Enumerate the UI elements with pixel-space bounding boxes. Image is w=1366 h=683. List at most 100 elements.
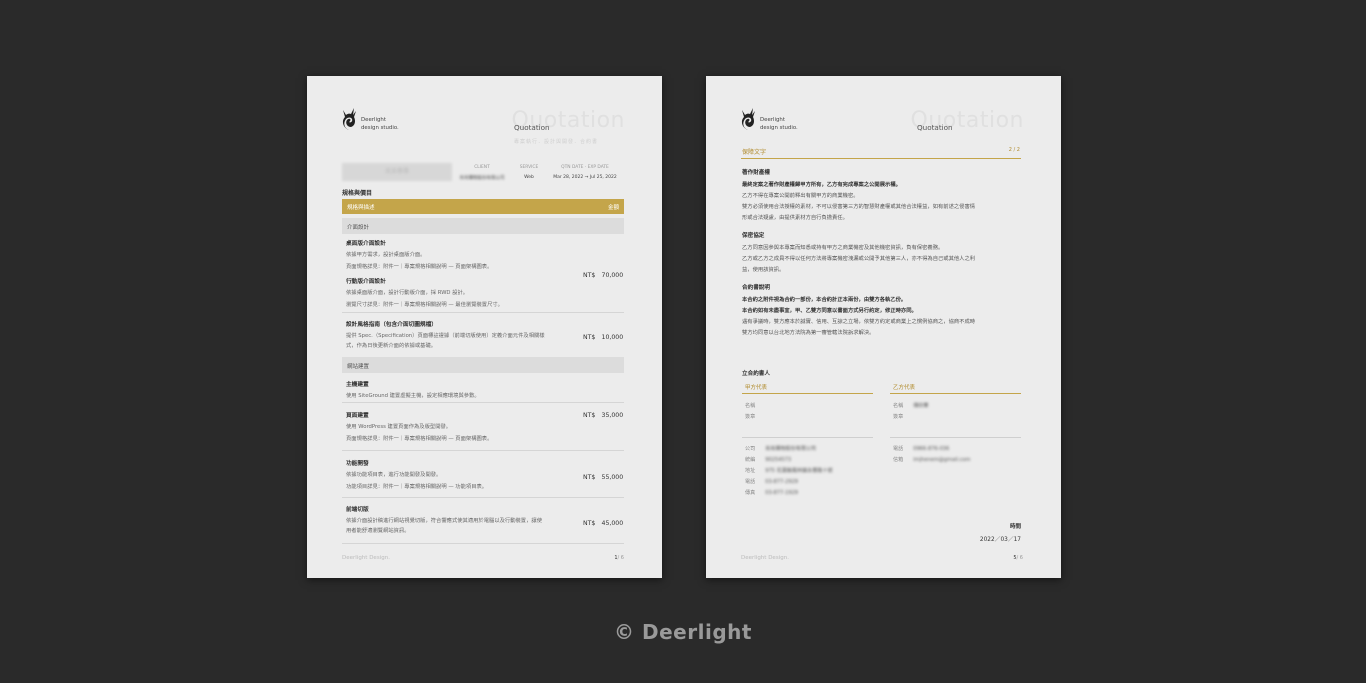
quotation-page-2: Deerlight design studio. Quotation Quota… <box>706 76 1061 578</box>
item-line: 使用 WordPress 建置頁面作為及版型開發。 <box>346 424 452 430</box>
item-line: 用者能舒適瀏覽網站資訊。 <box>346 528 410 534</box>
clause-line: 雙方必須使用合法授權的素材，不可以侵害第三方的智慧財產權或其他合法權益，如有前述… <box>742 204 976 210</box>
field-key: 地址 <box>745 468 756 474</box>
field-key: 傳真 <box>745 490 756 496</box>
party-a-address: 地址 975 花蓮縣鳳林鎮永豐路十號 <box>745 467 833 474</box>
party-b-header: 乙方代表 <box>890 382 1021 394</box>
clause-title: 著作財產權 <box>742 170 770 176</box>
party-b-name: 名稱 傳欣華 <box>893 402 929 409</box>
field-value: 0966-876-036 <box>913 446 950 452</box>
field-value: imjhenem@gmail.com <box>913 457 971 463</box>
party-a-label: 甲方代表 <box>745 385 768 391</box>
item-line: 依據桌面版介面，設計行動版介面，採 RWD 設計。 <box>346 290 469 296</box>
divider <box>342 312 624 313</box>
brand-logo: Deerlight design studio. <box>739 106 798 132</box>
table-header-amount: 金額 <box>607 205 619 211</box>
field-key: 電話 <box>745 479 756 485</box>
clause-line: 雙方均同意以台北地方法院為第一審管轄法院訴求解決。 <box>742 330 875 336</box>
group-label: 網站建置 <box>347 364 370 370</box>
clause-contract-notes: 合約書說明 本合約之附件視為合約一部份，本合約計正本兩份，由雙方各執乙份。 本合… <box>742 283 1022 339</box>
client-name-field: 吳吳春雅 <box>342 163 452 181</box>
section-title: 規格與價目 <box>342 190 373 197</box>
footer-brand: Deerlight Design. <box>741 555 789 561</box>
clause-line: 遇有爭議時，雙方應本於誠實、信用、互諒之立場，依雙方約定或商業上之慣例協商之，協… <box>742 319 976 325</box>
table-header-desc: 規格與描述 <box>347 205 375 211</box>
divider <box>342 402 624 403</box>
party-a-fax: 傳真 03-877-1929 <box>745 489 798 496</box>
clause-line: 益，使用該資訊。 <box>742 267 785 273</box>
clause-title: 合約書說明 <box>742 285 770 291</box>
party-a-name: 名稱 <box>745 402 755 409</box>
party-a-phone: 電話 03-877-2929 <box>745 478 798 485</box>
brand-name: Deerlight design studio. <box>760 116 798 132</box>
signature-line-b <box>890 437 1021 438</box>
item-title: 設計風格指南（包含介面切圖規檔） <box>346 322 437 328</box>
field-key: 簽章 <box>893 414 904 420</box>
list-item: 桌面版介面設計 依據甲方需求，設計桌面版介面。 頁面規格詳見：附件一｜專案規格相… <box>346 238 624 271</box>
item-line: 依據甲方需求，設計桌面版介面。 <box>346 252 426 258</box>
group-label: 介面設計 <box>347 225 370 231</box>
date-label: 時間 <box>1009 524 1021 530</box>
meta-dates-value: Mar 28, 2022 → Jul 25, 2022 <box>553 175 617 180</box>
item-title: 前端切版 <box>346 507 369 513</box>
party-b-email: 信箱 imjhenem@gmail.com <box>893 456 970 463</box>
clause-line: 形或合法疑慮，由提供素材方自行負擔責任。 <box>742 215 848 221</box>
field-key: 統編 <box>745 457 756 463</box>
clause-copyright: 著作財產權 最終定案之著作財產權歸甲方所有，乙方有完成專案之公開展示權。 乙方不… <box>742 168 1022 224</box>
page-total: / 6 <box>617 555 624 561</box>
brand-name-line1: Deerlight <box>760 117 785 123</box>
field-key: 信箱 <box>893 457 904 463</box>
clause-line: 本合約之附件視為合約一部份，本合約計正本兩份，由雙方各執乙份。 <box>742 297 907 303</box>
brand-name-line2: design studio. <box>361 125 399 131</box>
divider <box>342 450 624 451</box>
field-key: 公司 <box>745 446 756 452</box>
meta-service: SERVICE Web <box>513 165 545 180</box>
meta-dates: QTN DATE · EXP DATE Mar 28, 2022 → Jul 2… <box>547 165 623 180</box>
brand-name-line2: design studio. <box>760 125 798 131</box>
clause-title: 保密協定 <box>742 233 765 239</box>
clause-line: 最終定案之著作財產權歸甲方所有，乙方有完成專案之公開展示權。 <box>742 182 901 188</box>
page-number: 1/ 6 <box>614 555 624 561</box>
group-ui-design: 介面設計 <box>342 218 624 234</box>
brand-logo: Deerlight design studio. <box>340 106 399 132</box>
field-value: 傳欣華 <box>913 403 929 409</box>
page-total: / 6 <box>1016 555 1023 561</box>
quotation-label: Quotation <box>514 123 550 132</box>
copyright-text: © Deerlight <box>614 620 752 644</box>
brand-name: Deerlight design studio. <box>361 116 399 132</box>
item-title: 主機建置 <box>346 382 369 388</box>
clause-line: 乙方或乙方之成員不得以任何方法將專案機密洩漏或公開予其他第三人，亦不得為自己或其… <box>742 256 976 262</box>
item-title: 桌面版介面設計 <box>346 241 386 247</box>
item-price: NT$ 45,000 <box>583 520 624 527</box>
terms-header: 保障文字 2 / 2 <box>741 146 1021 159</box>
deer-logo-icon <box>741 108 755 130</box>
group-web-build: 網站建置 <box>342 357 624 373</box>
list-item: 行動版介面設計 依據桌面版介面，設計行動版介面，採 RWD 設計。 瀏覽尺寸詳見… <box>346 276 624 309</box>
signer-title: 立合約書人 <box>742 371 770 377</box>
meta-service-value: Web <box>524 175 534 180</box>
clause-line: 乙方不得在專案公開前釋出有關甲方的商業機密。 <box>742 193 859 199</box>
field-key: 名稱 <box>745 403 756 409</box>
party-a-taxid: 統編 90254573 <box>745 456 791 463</box>
meta-client: CLIENT 肖肖購物股份有限公司 <box>457 165 507 181</box>
item-line: 瀏覽尺寸詳見：附件一｜專案規格相關說明 — 最佳瀏覽裝置尺寸。 <box>346 302 503 308</box>
clause-line: 本合約如有未盡事宜，甲、乙雙方同意以書面方式另行約定，修正時亦同。 <box>742 308 917 314</box>
item-price: NT$ 55,000 <box>583 474 624 481</box>
item-price: NT$ 70,000 <box>583 272 624 279</box>
item-line: 式，作為日後更新介面的依據或基礎。 <box>346 343 437 349</box>
party-a-header: 甲方代表 <box>742 382 873 394</box>
item-price: NT$ 35,000 <box>583 412 624 419</box>
quotation-subtitle: 專案執行．設計與開發．合約書 <box>514 139 599 145</box>
party-b-sign: 簽章 <box>893 413 903 420</box>
terms-header-title: 保障文字 <box>742 149 767 156</box>
date-value: 2022／03／17 <box>979 537 1021 543</box>
field-key: 簽章 <box>745 414 756 420</box>
deer-logo-icon <box>342 108 356 130</box>
meta-dates-label: QTN DATE · EXP DATE <box>561 165 609 170</box>
list-item: 主機建置 使用 SiteGround 建置虛擬主機，設定相應環境與參數。 <box>346 379 624 400</box>
meta-client-label: CLIENT <box>474 165 490 170</box>
clause-confidentiality: 保密協定 乙方同意因參與本專案而知悉或持有甲方之商業機密及其他機密資訊，負有保密… <box>742 231 1022 276</box>
footer-brand: Deerlight Design. <box>342 555 390 561</box>
table-header: 規格與描述 金額 <box>342 199 624 214</box>
party-b-label: 乙方代表 <box>893 385 916 391</box>
